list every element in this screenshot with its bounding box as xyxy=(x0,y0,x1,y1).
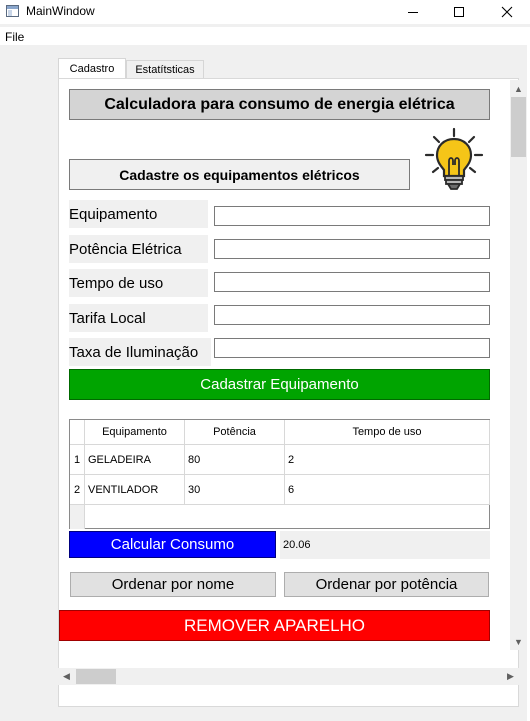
title-bar: MainWindow xyxy=(0,0,530,24)
maximize-icon xyxy=(454,7,464,17)
table-cell[interactable]: 30 xyxy=(185,475,285,505)
register-equipment-button[interactable]: Cadastrar Equipamento xyxy=(69,369,490,400)
sort-by-name-button[interactable]: Ordenar por nome xyxy=(70,572,276,597)
column-header-tempo-de-uso[interactable]: Tempo de uso xyxy=(285,420,490,445)
label-tempo-de-uso: Tempo de uso xyxy=(69,269,208,297)
input-tempo-de-uso[interactable] xyxy=(214,272,490,292)
input-equipamento[interactable] xyxy=(214,206,490,226)
app-window-icon xyxy=(6,5,19,17)
minimize-icon xyxy=(408,11,418,13)
equipment-table[interactable]: Equipamento Potência Tempo de uso 1 GELA… xyxy=(69,419,490,529)
sort-by-power-button[interactable]: Ordenar por potência xyxy=(284,572,489,597)
minimize-button[interactable] xyxy=(390,0,436,24)
table-cell[interactable]: 2 xyxy=(285,445,490,475)
label-potencia: Potência Elétrica xyxy=(69,235,208,263)
table-cell[interactable]: VENTILADOR xyxy=(85,475,185,505)
vertical-scrollbar[interactable]: ▲ ▼ xyxy=(510,80,527,650)
remove-appliance-button[interactable]: REMOVER APARELHO xyxy=(59,610,490,641)
label-equipamento: Equipamento xyxy=(69,200,208,228)
table-cell[interactable]: 80 xyxy=(185,445,285,475)
menu-bar: File xyxy=(0,27,530,45)
table-corner xyxy=(70,420,85,445)
tab-estatisticas[interactable]: Estatítsticas xyxy=(126,60,204,78)
scroll-right-icon[interactable]: ▶ xyxy=(502,668,519,685)
horizontal-scrollbar[interactable]: ◀ ▶ xyxy=(58,668,519,685)
menu-file[interactable]: File xyxy=(5,30,24,44)
input-potencia[interactable] xyxy=(214,239,490,259)
row-header[interactable]: 2 xyxy=(70,475,85,505)
label-taxa-iluminacao: Taxa de Iluminação xyxy=(69,338,211,366)
input-taxa-iluminacao[interactable] xyxy=(214,338,490,358)
table-cell[interactable]: GELADEIRA xyxy=(85,445,185,475)
column-header-equipamento[interactable]: Equipamento xyxy=(85,420,185,445)
scroll-up-icon[interactable]: ▲ xyxy=(510,80,527,97)
table-cell[interactable]: 6 xyxy=(285,475,490,505)
label-tarifa-local: Tarifa Local xyxy=(69,304,208,332)
section-title: Cadastre os equipamentos elétricos xyxy=(69,159,410,190)
table-row-gutter xyxy=(70,505,85,529)
vertical-scroll-thumb[interactable] xyxy=(511,97,526,157)
calculate-consumption-button[interactable]: Calcular Consumo xyxy=(69,531,276,558)
close-icon xyxy=(501,6,513,18)
page-title: Calculadora para consumo de energia elét… xyxy=(69,89,490,120)
horizontal-scroll-thumb[interactable] xyxy=(76,669,116,684)
lightbulb-icon xyxy=(424,127,484,190)
column-header-potencia[interactable]: Potência xyxy=(185,420,285,445)
close-button[interactable] xyxy=(484,0,530,24)
consumption-result: 20.06 xyxy=(280,531,490,559)
window-title: MainWindow xyxy=(26,4,95,18)
row-header[interactable]: 1 xyxy=(70,445,85,475)
maximize-button[interactable] xyxy=(436,0,482,24)
tab-cadastro[interactable]: Cadastro xyxy=(58,58,126,79)
scroll-down-icon[interactable]: ▼ xyxy=(510,633,527,650)
scroll-left-icon[interactable]: ◀ xyxy=(58,668,75,685)
input-tarifa-local[interactable] xyxy=(214,305,490,325)
